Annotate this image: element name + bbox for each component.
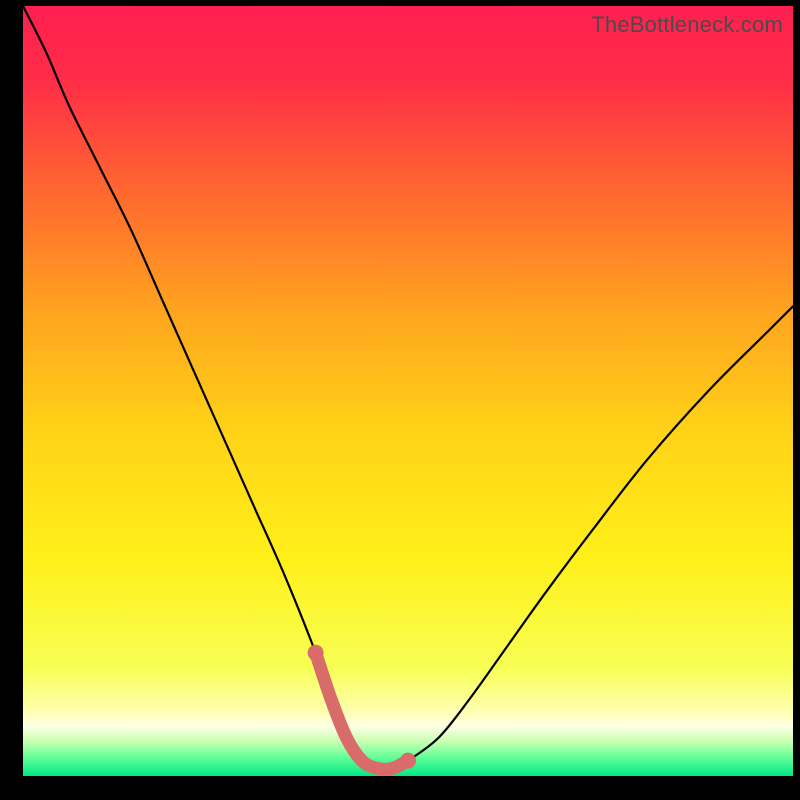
curve-layer [23,6,793,776]
optimal-range-dot-start [308,645,324,661]
bottleneck-curve [23,6,793,769]
plot-area: TheBottleneck.com [23,6,793,776]
optimal-range-dot-end [400,753,416,769]
optimal-range-highlight [316,653,408,769]
chart-frame: TheBottleneck.com [0,0,800,800]
